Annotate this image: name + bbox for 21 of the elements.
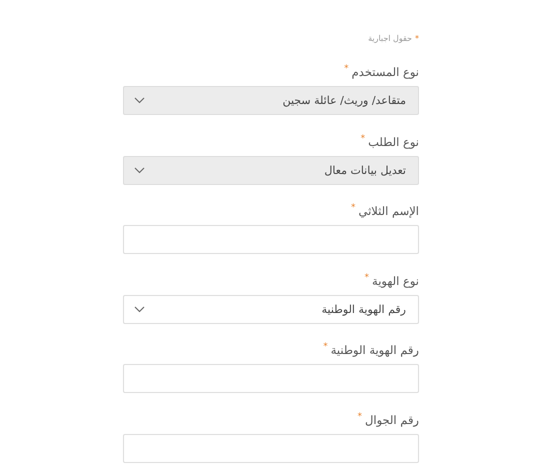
input-field[interactable]: [123, 434, 419, 462]
field-label: رقم الهوية الوطنية: [330, 343, 419, 357]
dropdown[interactable]: رقم الهوية الوطنية: [123, 294, 419, 324]
chevron-down-icon: [134, 97, 145, 104]
field-label: نوع المستخدم: [352, 65, 419, 79]
required-asterisk: *: [415, 34, 419, 43]
field-label: رقم الجوال: [365, 412, 419, 426]
required-asterisk: *: [364, 274, 370, 282]
required-asterisk: *: [323, 343, 328, 352]
required-asterisk: *: [360, 134, 366, 144]
required-asterisk: *: [358, 412, 362, 422]
chevron-down-icon: [134, 306, 145, 312]
input-field[interactable]: [123, 364, 419, 393]
chevron-down-icon: [134, 166, 145, 174]
input-field[interactable]: [123, 225, 419, 254]
field-label: الإسم الثلاثي: [358, 204, 419, 218]
required-asterisk: *: [344, 65, 349, 74]
field-label: نوع الطلب: [368, 134, 419, 148]
required-asterisk: *: [350, 204, 356, 213]
required-fields-note: حقول اجبارية: [368, 34, 412, 43]
field-label: نوع الهوية: [372, 274, 419, 288]
